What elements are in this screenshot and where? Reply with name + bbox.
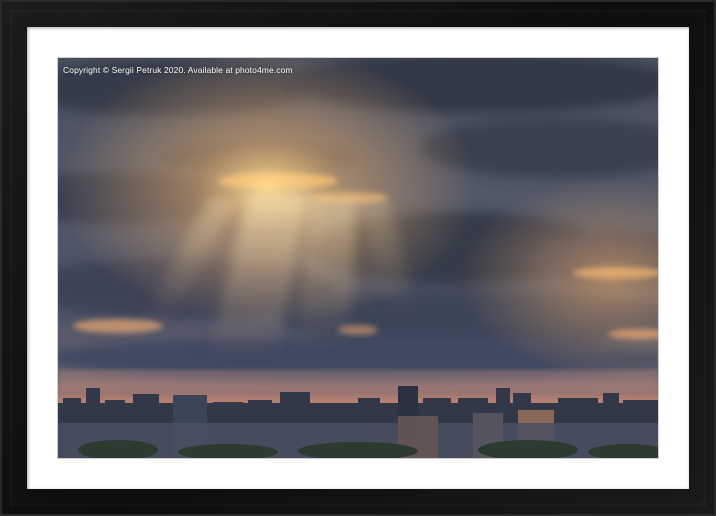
sky-city-scene: [58, 58, 658, 458]
photo-copyright-caption: Copyright © Sergii Petruk 2020. Availabl…: [63, 65, 293, 75]
photograph: Copyright © Sergii Petruk 2020. Availabl…: [58, 58, 658, 458]
